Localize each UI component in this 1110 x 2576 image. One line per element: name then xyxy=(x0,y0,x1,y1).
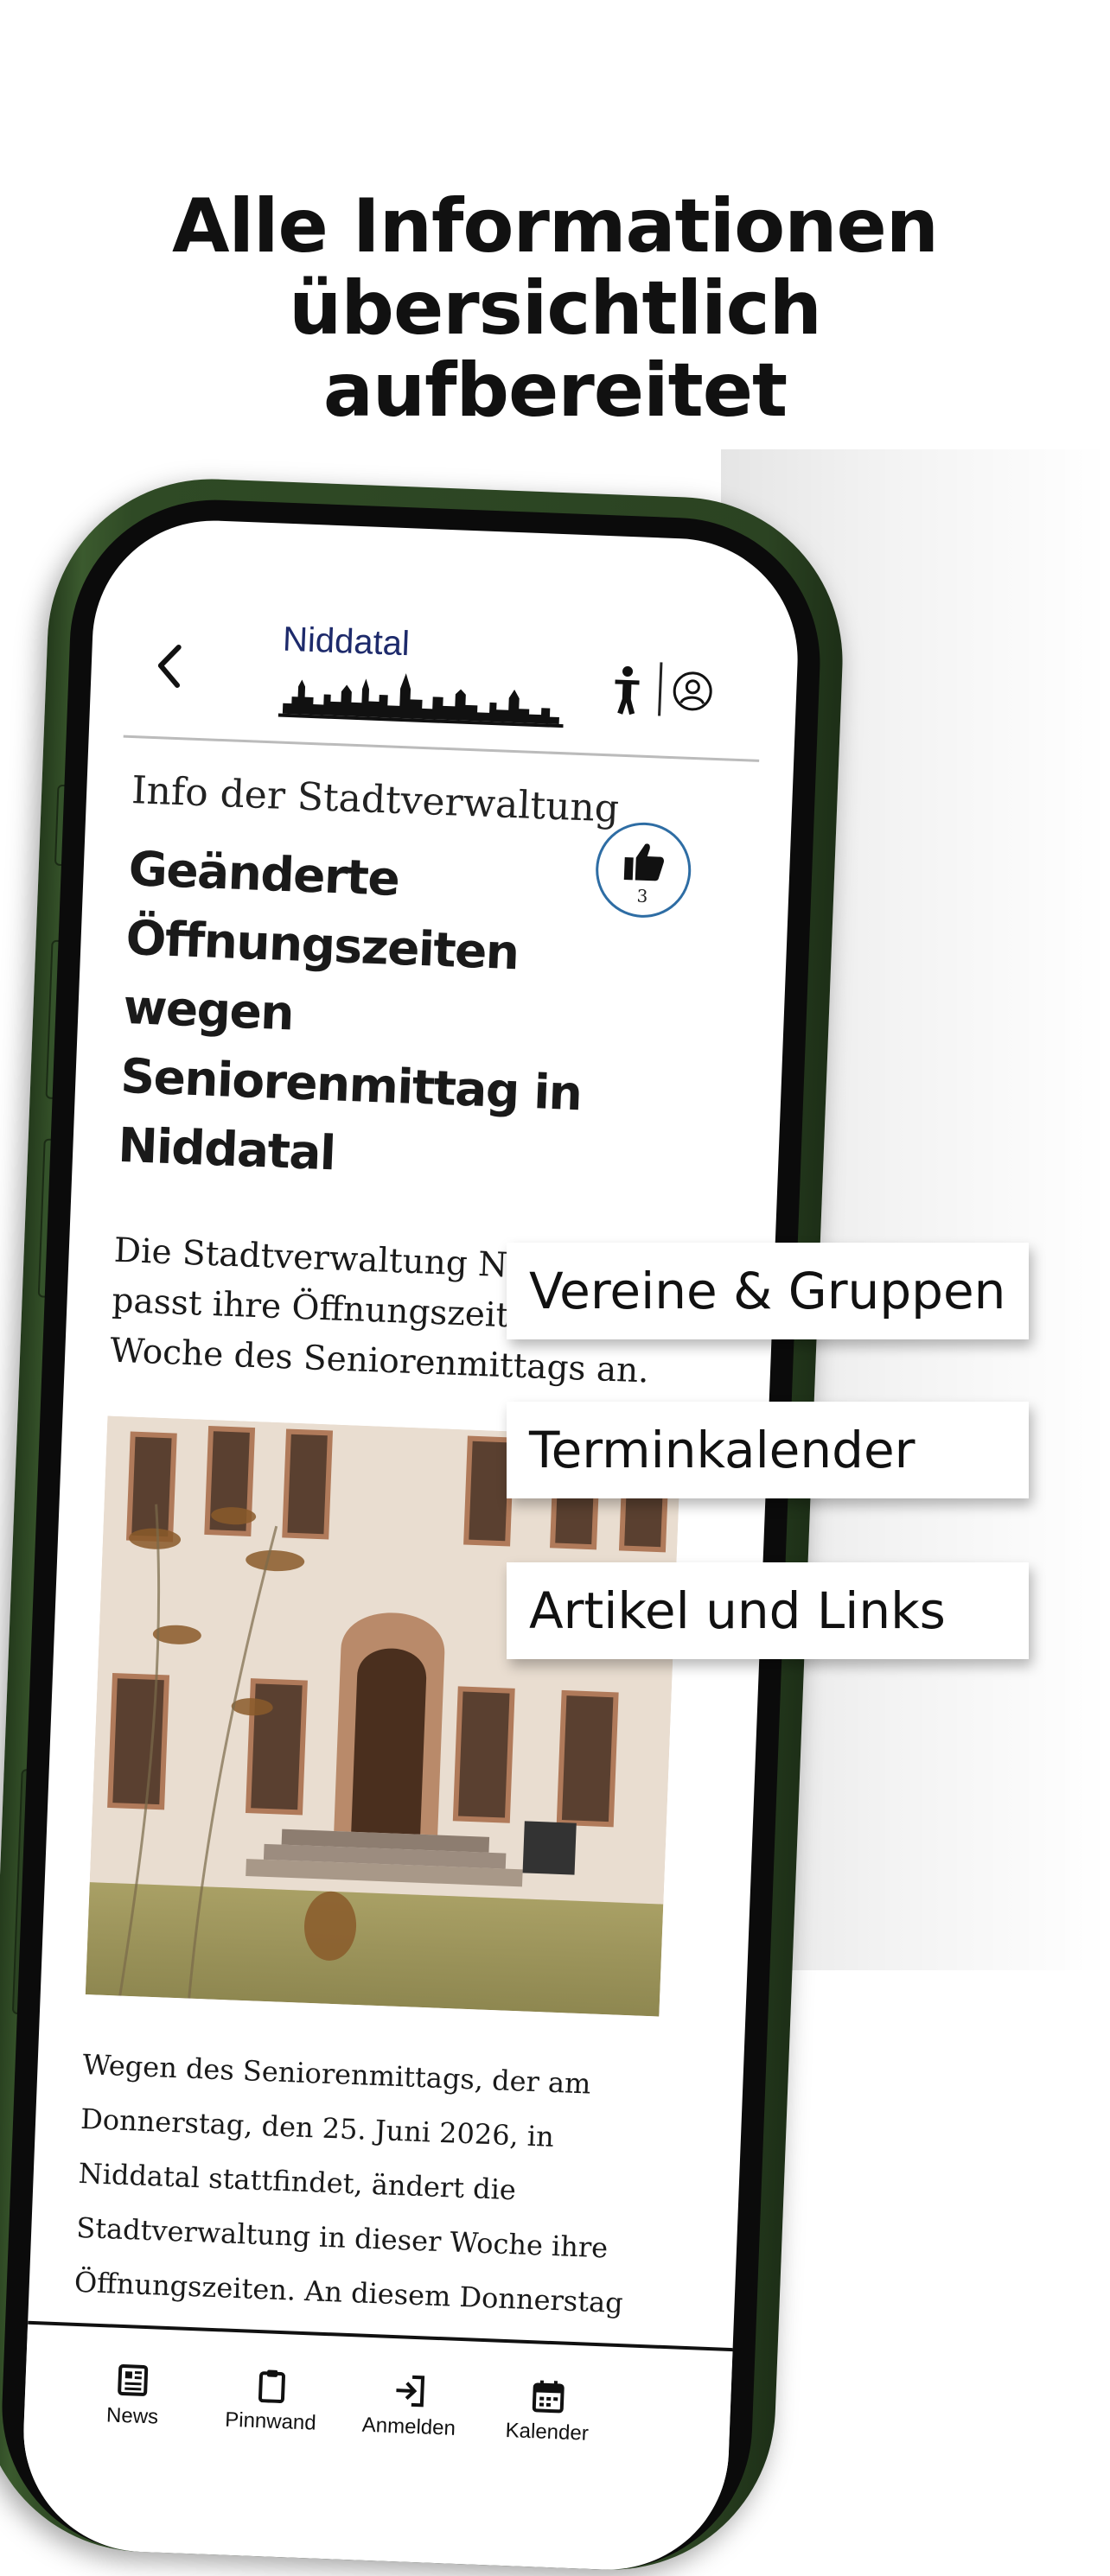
back-icon[interactable] xyxy=(151,639,188,692)
headline-line-3: aufbereitet xyxy=(0,350,1110,432)
headline-line-2: übersichtlich xyxy=(0,268,1110,350)
tab-bar: News Pinnwand Anmelden xyxy=(21,2321,733,2541)
accessibility-icon[interactable] xyxy=(609,664,645,716)
thumbs-up-icon xyxy=(621,838,667,885)
tab-news[interactable]: News xyxy=(67,2361,200,2432)
user-icon[interactable] xyxy=(671,670,714,713)
tab-kalender[interactable]: Kalender xyxy=(482,2376,614,2447)
tab-news-label: News xyxy=(106,2403,159,2428)
headline: Alle Informationen übersichtlich aufbere… xyxy=(0,186,1110,432)
article-title: Geänderte Öffnungszeiten wegen Seniorenm… xyxy=(117,834,614,1198)
tab-kalender-label: Kalender xyxy=(505,2419,589,2446)
like-count: 3 xyxy=(597,884,688,908)
tab-pinnwand-label: Pinnwand xyxy=(225,2408,316,2435)
app-header: Niddatal xyxy=(88,611,798,767)
callout-terminkalender: Terminkalender xyxy=(507,1402,1029,1498)
skyline-logo-icon xyxy=(278,660,565,732)
clipboard-icon xyxy=(254,2368,290,2404)
tab-anmelden[interactable]: Anmelden xyxy=(343,2371,475,2442)
like-button[interactable]: 3 xyxy=(594,821,692,919)
phone: Niddatal Info der Stadtverwaltung Geände… xyxy=(0,473,849,2576)
header-divider xyxy=(658,662,662,716)
login-icon xyxy=(392,2373,429,2409)
tab-anmelden-label: Anmelden xyxy=(361,2414,456,2440)
logo-text: Niddatal xyxy=(282,620,410,665)
callout-vereine: Vereine & Gruppen xyxy=(507,1243,1029,1339)
calendar-icon xyxy=(531,2378,567,2414)
town-hall-photo xyxy=(86,1416,681,2017)
header-rule xyxy=(124,735,760,762)
section-label: Info der Stadtverwaltung xyxy=(131,768,620,831)
tab-pinnwand[interactable]: Pinnwand xyxy=(205,2366,337,2437)
app-screen: Niddatal Info der Stadtverwaltung Geände… xyxy=(19,516,802,2574)
callout-artikel: Artikel und Links xyxy=(507,1562,1029,1659)
newspaper-icon xyxy=(116,2363,152,2399)
headline-line-1: Alle Informationen xyxy=(0,186,1110,268)
